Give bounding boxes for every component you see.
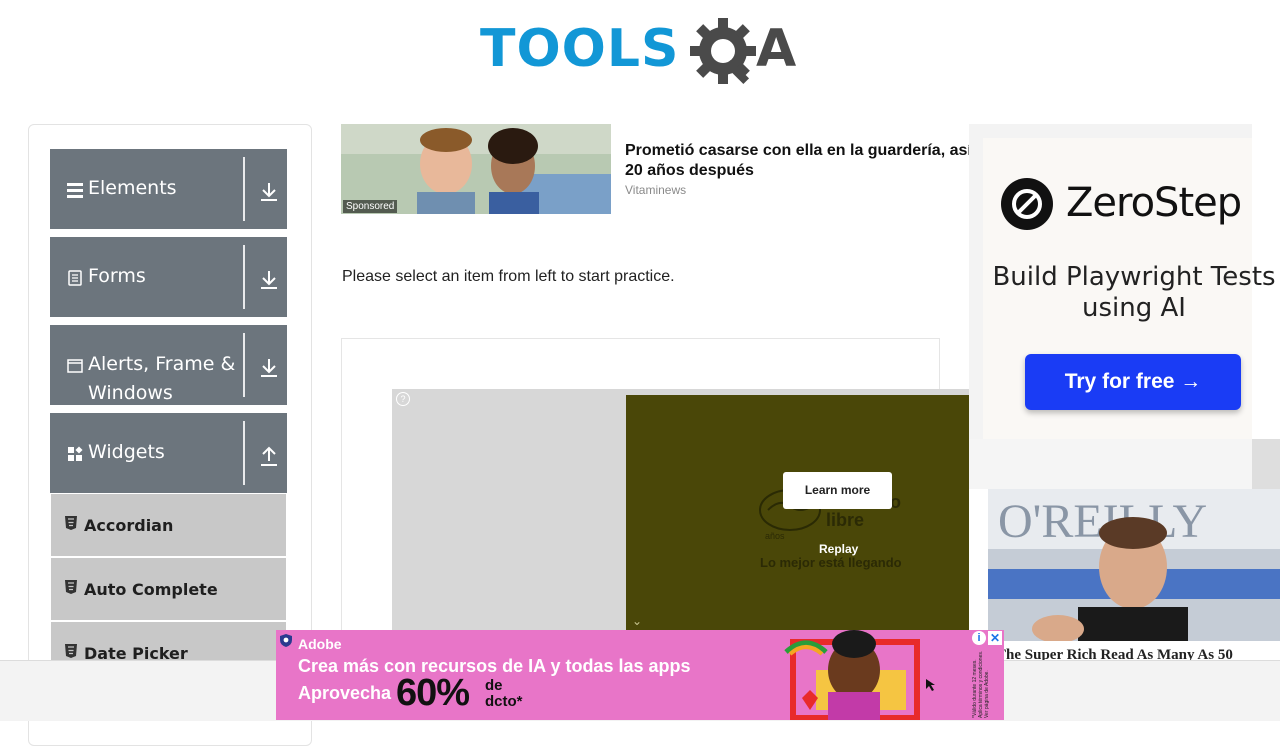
sponsored-source[interactable]: Vitaminews	[625, 183, 686, 197]
adobe-offer-label: Aprovecha	[298, 683, 392, 703]
html5-icon	[65, 516, 77, 530]
html5-icon	[65, 644, 77, 658]
adobe-percent: 60%	[396, 672, 470, 714]
adobe-dcto: dcto*	[485, 693, 523, 710]
ad-close-icon[interactable]: ✕	[988, 631, 1002, 645]
download-icon[interactable]	[260, 269, 278, 291]
adobe-brand: Adobe	[298, 636, 342, 652]
sidebar-group-label: Elements	[88, 177, 177, 199]
sidebar-group-elements[interactable]: Elements	[50, 149, 287, 229]
svg-text:TOOLS: TOOLS	[480, 19, 679, 79]
menu-item-accordian[interactable]: Accordian	[51, 494, 286, 558]
toolsqa-logo[interactable]: TOOLS A	[480, 14, 804, 92]
learn-more-button[interactable]: Learn more	[783, 472, 892, 509]
group-divider	[243, 157, 245, 221]
adobe-de: de	[485, 677, 503, 694]
window-icon	[67, 358, 83, 374]
try-for-free-button[interactable]: Try for free →	[1025, 354, 1241, 410]
adobe-headline: Crea más con recursos de IA y todas las …	[298, 656, 691, 676]
menu-item-label: Auto Complete	[84, 580, 218, 599]
download-icon[interactable]	[260, 181, 278, 203]
sidebar-group-label: Forms	[88, 265, 146, 287]
group-divider	[243, 421, 245, 485]
svg-text:A: A	[756, 19, 796, 79]
replay-button[interactable]: Replay	[819, 542, 858, 556]
download-icon[interactable]	[260, 357, 278, 379]
sponsored-tag: Sponsored	[343, 200, 398, 213]
chevron-down-icon[interactable]: ⌄	[632, 614, 642, 628]
brand-word: libre	[826, 510, 865, 530]
widgets-icon	[67, 446, 83, 462]
book-ad-image[interactable]: O'REILLY	[988, 489, 1280, 641]
help-icon[interactable]: ?	[396, 392, 410, 406]
practice-instruction: Please select an item from left to start…	[342, 268, 675, 285]
shield-icon	[280, 634, 292, 647]
cursor-icon	[926, 678, 936, 696]
ad-spacer	[969, 439, 1252, 489]
sidebar-group-widgets[interactable]: Widgets	[50, 413, 287, 493]
sidebar-group-forms[interactable]: Forms	[50, 237, 287, 317]
ad-scroll-strip	[1252, 439, 1280, 489]
zerostep-logo-icon	[1000, 177, 1054, 231]
anios-label: años	[765, 531, 785, 541]
ad-info-icon[interactable]: i	[972, 631, 986, 645]
zerostep-tagline: Build Playwright Tests using AI	[992, 262, 1276, 323]
upload-icon[interactable]	[260, 445, 278, 467]
menu-item-auto-complete[interactable]: Auto Complete	[51, 558, 286, 622]
sponsored-image[interactable]: Sponsored	[341, 124, 611, 214]
adobe-fine-print: *Válido durante 12 meses. Aplica término…	[972, 650, 990, 718]
sidebar-group-label: Alerts, Frame & Windows	[88, 353, 236, 404]
sidebar-group-label: Widgets	[88, 441, 165, 463]
group-divider	[243, 333, 245, 397]
sidebar-group-alerts[interactable]: Alerts, Frame & Windows	[50, 325, 287, 405]
group-divider	[243, 245, 245, 309]
document-icon	[67, 270, 83, 286]
hamburger-icon	[67, 182, 83, 198]
ad-slogan: Lo mejor está llegando	[760, 555, 902, 570]
sponsored-title[interactable]: Prometió casarse con ella en la guarderí…	[625, 141, 975, 181]
html5-icon	[65, 580, 77, 594]
zerostep-name: ZeroStep	[1066, 180, 1242, 226]
menu-item-label: Accordian	[84, 516, 174, 535]
